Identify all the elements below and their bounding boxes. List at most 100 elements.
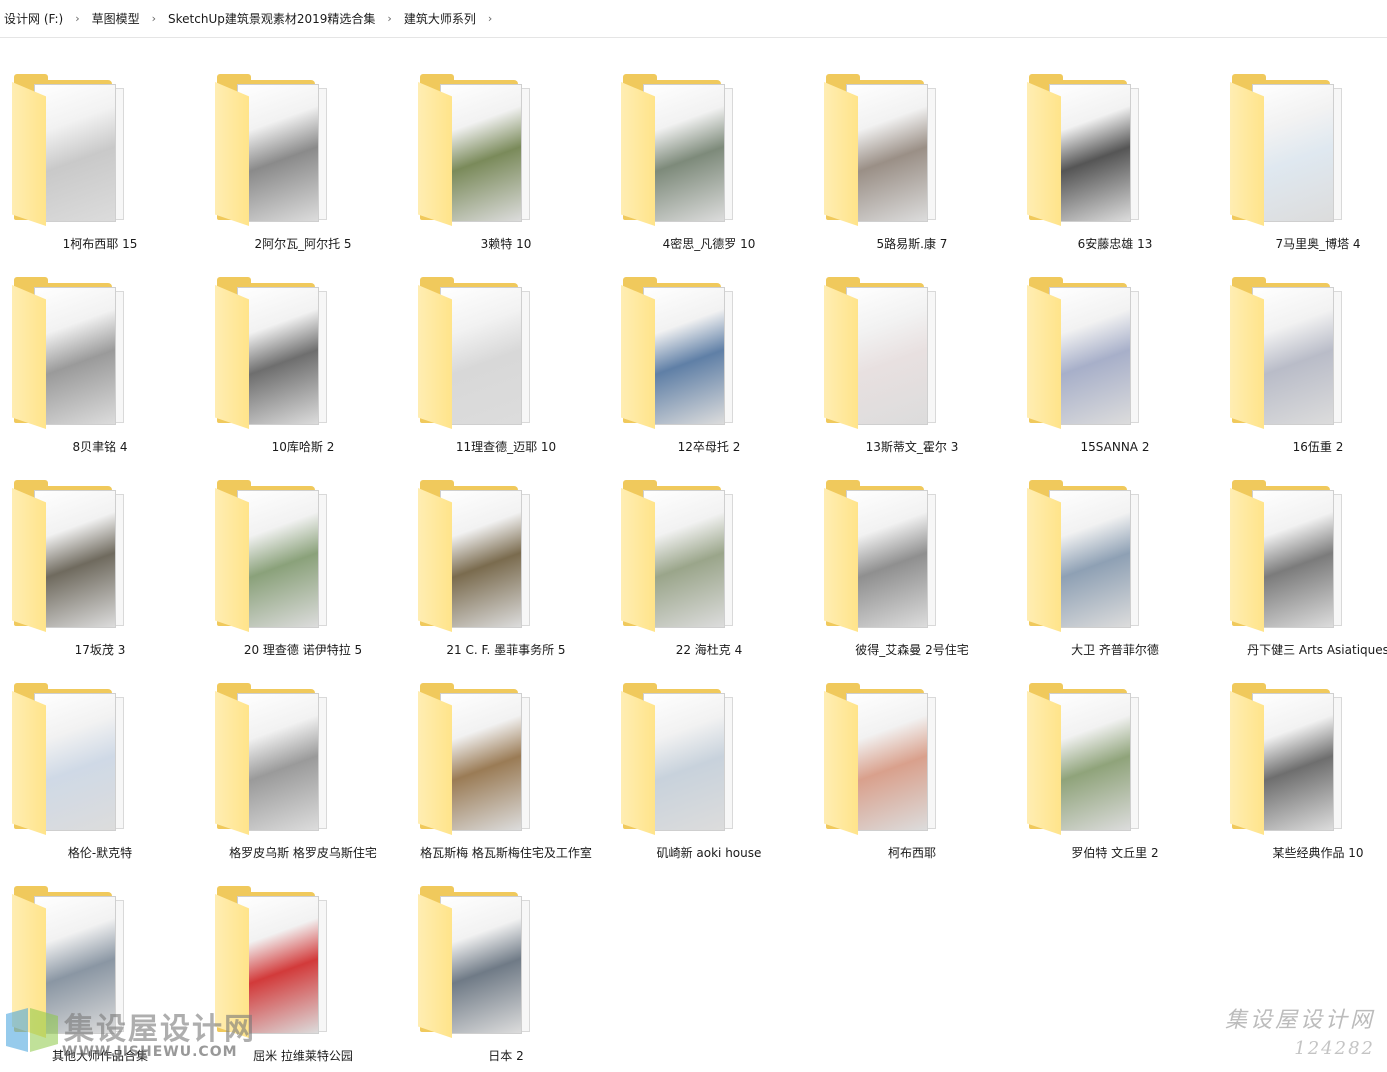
folder-label[interactable]: 17坂茂 3 bbox=[0, 642, 200, 658]
folder-icon bbox=[820, 277, 944, 433]
folder-label[interactable]: 4密思_凡德罗 10 bbox=[609, 236, 809, 252]
folder-preview-thumbnail bbox=[440, 490, 522, 628]
folder-label[interactable]: 格罗皮乌斯 格罗皮乌斯住宅 bbox=[203, 845, 403, 861]
folder-item[interactable]: 格伦-默克特 bbox=[0, 677, 200, 873]
folder-icon bbox=[8, 480, 132, 636]
folder-label[interactable]: 丹下健三 Arts Asiatiques bbox=[1218, 642, 1387, 658]
folder-label[interactable]: 8贝聿铭 4 bbox=[0, 439, 200, 455]
folder-preview-thumbnail bbox=[34, 84, 116, 222]
folder-item[interactable]: 格罗皮乌斯 格罗皮乌斯住宅 bbox=[203, 677, 403, 873]
folder-label[interactable]: 10库哈斯 2 bbox=[203, 439, 403, 455]
folder-icon bbox=[1226, 74, 1350, 230]
folder-icon bbox=[820, 480, 944, 636]
folder-label[interactable]: 22 海杜克 4 bbox=[609, 642, 809, 658]
folder-icon bbox=[1023, 480, 1147, 636]
watermark-title: 集设屋设计网 bbox=[1224, 1008, 1375, 1033]
logo-name: 集设屋设计网 bbox=[64, 1012, 256, 1047]
folder-preview-thumbnail bbox=[440, 287, 522, 425]
folder-label[interactable]: 彼得_艾森曼 2号住宅 bbox=[812, 642, 1012, 658]
folder-label[interactable]: 格伦-默克特 bbox=[0, 845, 200, 861]
folder-item[interactable]: 11理查德_迈耶 10 bbox=[406, 271, 606, 467]
folder-label[interactable]: 6安藤忠雄 13 bbox=[1015, 236, 1215, 252]
folder-preview-thumbnail bbox=[1252, 490, 1334, 628]
folder-item[interactable]: 某些经典作品 10 bbox=[1218, 677, 1387, 873]
chevron-right-icon[interactable]: › bbox=[67, 12, 87, 25]
folder-icon bbox=[414, 74, 538, 230]
folder-item[interactable]: 6安藤忠雄 13 bbox=[1015, 68, 1215, 264]
folder-item[interactable]: 12卒母托 2 bbox=[609, 271, 809, 467]
folder-item[interactable]: 4密思_凡德罗 10 bbox=[609, 68, 809, 264]
folder-icon bbox=[414, 277, 538, 433]
folder-item[interactable]: 格瓦斯梅 格瓦斯梅住宅及工作室 bbox=[406, 677, 606, 873]
folder-label[interactable]: 21 C. F. 墨菲事务所 5 bbox=[406, 642, 606, 658]
folder-label[interactable]: 格瓦斯梅 格瓦斯梅住宅及工作室 bbox=[406, 845, 606, 861]
folder-preview-thumbnail bbox=[1252, 693, 1334, 831]
folder-icon bbox=[820, 74, 944, 230]
folder-label[interactable]: 2阿尔瓦_阿尔托 5 bbox=[203, 236, 403, 252]
folder-item[interactable]: 3赖特 10 bbox=[406, 68, 606, 264]
folder-label[interactable]: 大卫 齐普菲尔德 bbox=[1015, 642, 1215, 658]
folder-label[interactable]: 1柯布西耶 15 bbox=[0, 236, 200, 252]
folder-item[interactable]: 日本 2 bbox=[406, 880, 606, 1072]
breadcrumb-sketch-models[interactable]: 草图模型 bbox=[88, 9, 144, 29]
folder-item[interactable]: 8贝聿铭 4 bbox=[0, 271, 200, 467]
folder-label[interactable]: 16伍重 2 bbox=[1218, 439, 1387, 455]
folder-preview-thumbnail bbox=[440, 84, 522, 222]
folder-item[interactable]: 罗伯特 文丘里 2 bbox=[1015, 677, 1215, 873]
breadcrumb-current-folder[interactable]: 建筑大师系列 bbox=[400, 9, 480, 29]
folder-item[interactable]: 1柯布西耶 15 bbox=[0, 68, 200, 264]
folder-label[interactable]: 20 理查德 诺伊特拉 5 bbox=[203, 642, 403, 658]
folder-preview-thumbnail bbox=[1049, 84, 1131, 222]
folder-preview-thumbnail bbox=[34, 287, 116, 425]
breadcrumb-drive[interactable]: 设计网 (F:) bbox=[0, 9, 67, 29]
folder-icon bbox=[211, 277, 335, 433]
folder-icon bbox=[211, 683, 335, 839]
folder-preview-thumbnail bbox=[237, 287, 319, 425]
folder-label[interactable]: 13斯蒂文_霍尔 3 bbox=[812, 439, 1012, 455]
chevron-right-icon[interactable]: › bbox=[144, 12, 164, 25]
folder-label[interactable]: 5路易斯.康 7 bbox=[812, 236, 1012, 252]
folder-preview-thumbnail bbox=[643, 693, 725, 831]
chevron-right-icon[interactable]: › bbox=[480, 12, 500, 25]
folder-item[interactable]: 彼得_艾森曼 2号住宅 bbox=[812, 474, 1012, 670]
folder-item[interactable]: 21 C. F. 墨菲事务所 5 bbox=[406, 474, 606, 670]
folder-icon bbox=[1023, 74, 1147, 230]
logo-mark-icon bbox=[6, 1008, 58, 1052]
folder-icon bbox=[211, 480, 335, 636]
folder-preview-thumbnail bbox=[237, 84, 319, 222]
folder-item[interactable]: 16伍重 2 bbox=[1218, 271, 1387, 467]
folder-item[interactable]: 7马里奥_博塔 4 bbox=[1218, 68, 1387, 264]
folder-label[interactable]: 矶崎新 aoki house bbox=[609, 845, 809, 861]
folder-label[interactable]: 罗伯特 文丘里 2 bbox=[1015, 845, 1215, 861]
folder-item[interactable]: 2阿尔瓦_阿尔托 5 bbox=[203, 68, 403, 264]
folder-label[interactable]: 3赖特 10 bbox=[406, 236, 606, 252]
folder-label[interactable]: 某些经典作品 10 bbox=[1218, 845, 1387, 861]
folder-item[interactable]: 大卫 齐普菲尔德 bbox=[1015, 474, 1215, 670]
folder-label[interactable]: 15SANNA 2 bbox=[1015, 439, 1215, 455]
folder-item[interactable]: 15SANNA 2 bbox=[1015, 271, 1215, 467]
chevron-right-icon[interactable]: › bbox=[379, 12, 399, 25]
folder-label[interactable]: 7马里奥_博塔 4 bbox=[1218, 236, 1387, 252]
folder-item[interactable]: 柯布西耶 bbox=[812, 677, 1012, 873]
folder-label[interactable]: 12卒母托 2 bbox=[609, 439, 809, 455]
folder-item[interactable]: 5路易斯.康 7 bbox=[812, 68, 1012, 264]
folder-preview-thumbnail bbox=[846, 693, 928, 831]
folder-item[interactable]: 丹下健三 Arts Asiatiques bbox=[1218, 474, 1387, 670]
file-explorer-window: 设计网 (F:) › 草图模型 › SketchUp建筑景观素材2019精选合集… bbox=[0, 0, 1387, 1072]
folder-icon bbox=[8, 277, 132, 433]
folder-item[interactable]: 10库哈斯 2 bbox=[203, 271, 403, 467]
folder-item[interactable]: 22 海杜克 4 bbox=[609, 474, 809, 670]
folder-icon bbox=[820, 683, 944, 839]
folder-icon bbox=[414, 886, 538, 1042]
folder-label[interactable]: 日本 2 bbox=[406, 1048, 606, 1064]
folder-item[interactable]: 20 理查德 诺伊特拉 5 bbox=[203, 474, 403, 670]
folder-label[interactable]: 柯布西耶 bbox=[812, 845, 1012, 861]
folder-preview-thumbnail bbox=[1049, 287, 1131, 425]
watermark-id: 124282 bbox=[1294, 1038, 1375, 1059]
folder-icon bbox=[617, 277, 741, 433]
folder-label[interactable]: 11理查德_迈耶 10 bbox=[406, 439, 606, 455]
folder-item[interactable]: 13斯蒂文_霍尔 3 bbox=[812, 271, 1012, 467]
breadcrumb-collection[interactable]: SketchUp建筑景观素材2019精选合集 bbox=[164, 9, 379, 29]
folder-item[interactable]: 矶崎新 aoki house bbox=[609, 677, 809, 873]
folder-item[interactable]: 17坂茂 3 bbox=[0, 474, 200, 670]
